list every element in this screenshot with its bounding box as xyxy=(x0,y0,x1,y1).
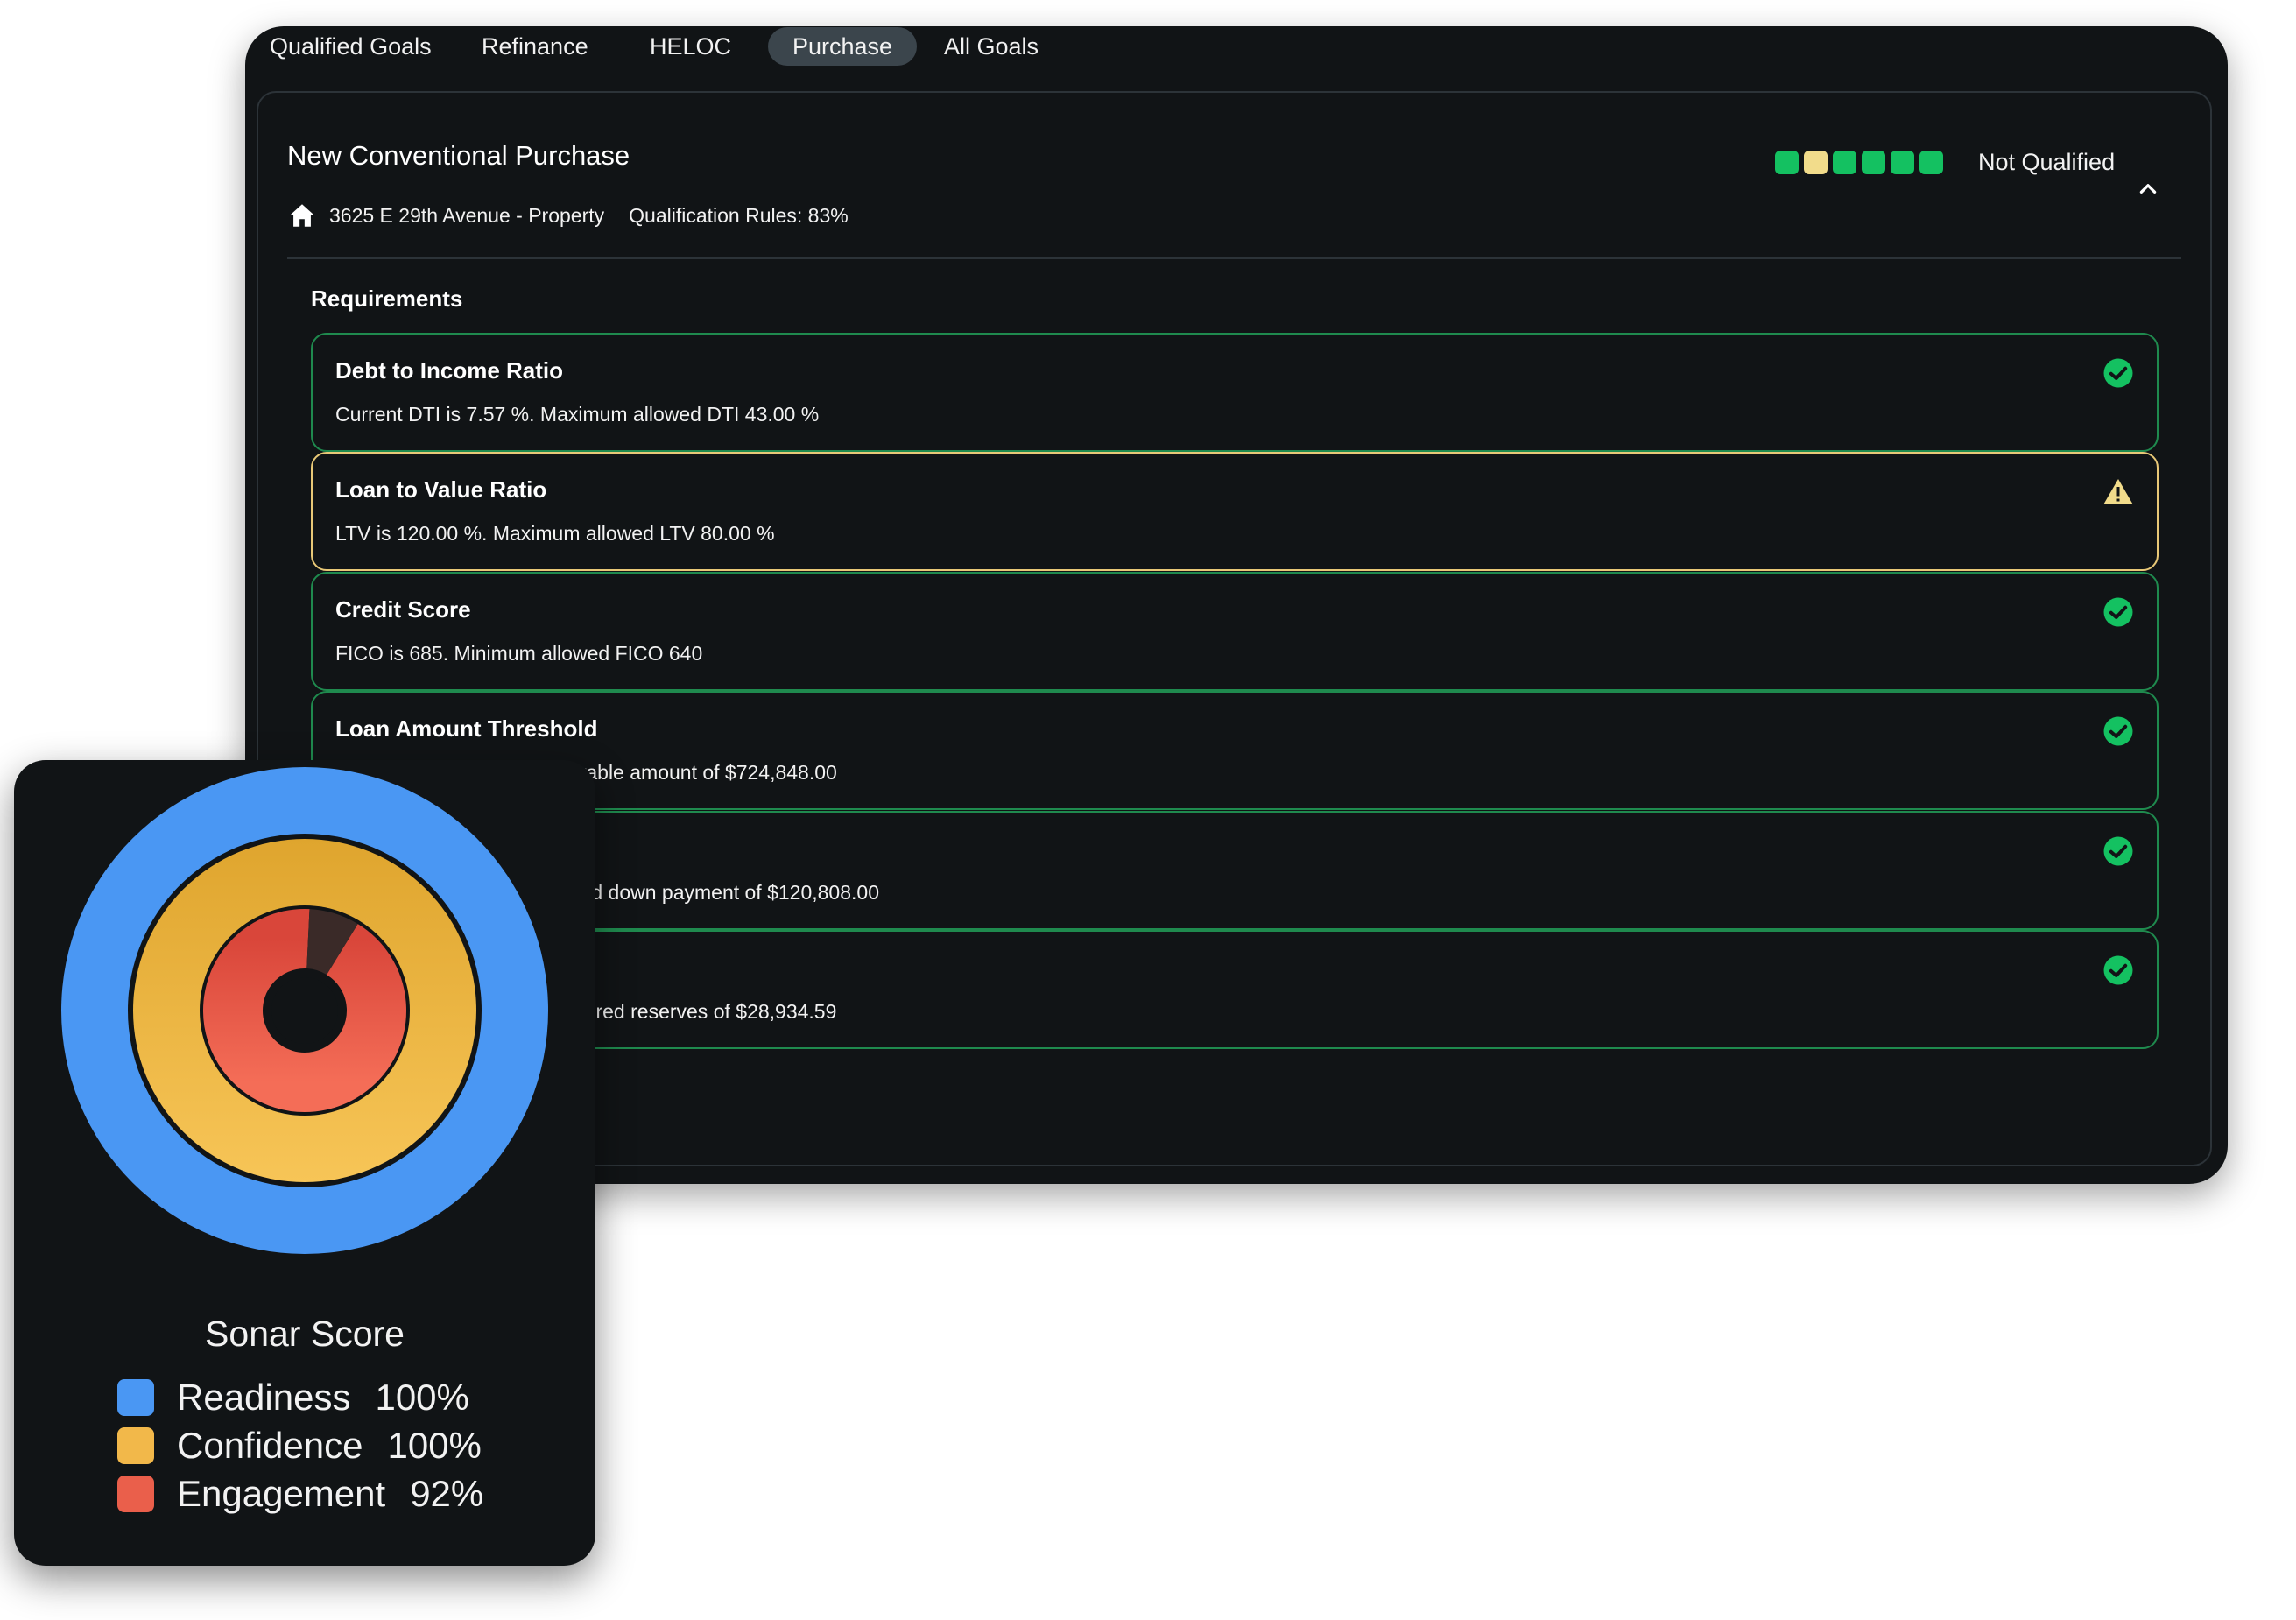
chevron-up-icon[interactable] xyxy=(2137,177,2159,200)
legend-value: 92% xyxy=(410,1472,484,1514)
requirement-description: FICO is 685. Minimum allowed FICO 640 xyxy=(335,642,703,665)
sonar-legend: Readiness 100% Confidence 100% Engagemen… xyxy=(117,1373,483,1518)
divider xyxy=(287,257,2181,259)
home-icon xyxy=(289,204,315,227)
check-circle-icon xyxy=(2103,955,2133,985)
requirement-description: LTV is 120.00 %. Maximum allowed LTV 80.… xyxy=(335,522,775,545)
legend-label: Engagement xyxy=(177,1472,386,1514)
goal-title: New Conventional Purchase xyxy=(287,140,630,171)
status-dot xyxy=(1833,151,1856,174)
requirement-title: Debt to Income Ratio xyxy=(335,357,564,384)
tab-qualified-goals[interactable]: Qualified Goals xyxy=(245,27,456,66)
requirements-heading: Requirements xyxy=(311,285,463,312)
tab-purchase[interactable]: Purchase xyxy=(768,27,918,66)
engagement-remainder xyxy=(305,909,358,976)
engagement-swatch xyxy=(117,1475,154,1512)
sonar-chart xyxy=(61,767,548,1254)
legend-engagement: Engagement 92% xyxy=(117,1469,483,1518)
requirement-title: Credit Score xyxy=(335,596,471,623)
status-dot xyxy=(1862,151,1885,174)
goal-meta: 3625 E 29th Avenue - Property Qualificat… xyxy=(287,200,849,231)
check-circle-icon xyxy=(2103,716,2133,746)
warning-icon xyxy=(2103,479,2133,504)
requirement-title: Loan to Value Ratio xyxy=(335,476,547,503)
legend-label: Confidence xyxy=(177,1424,363,1466)
requirement-card[interactable]: Loan to Value Ratio LTV is 120.00 %. Maxi… xyxy=(311,452,2159,571)
legend-readiness: Readiness 100% xyxy=(117,1373,483,1421)
confidence-swatch xyxy=(117,1426,154,1464)
sonar-title: Sonar Score xyxy=(205,1314,405,1354)
tab-heloc[interactable]: HELOC xyxy=(625,27,756,66)
status-label: Not Qualified xyxy=(1978,149,2116,175)
qualification-rules: Qualification Rules: 83% xyxy=(629,203,849,227)
status-dot xyxy=(1891,151,1914,174)
requirement-card[interactable]: Credit Score FICO is 685. Minimum allowed… xyxy=(311,572,2159,691)
status-dot xyxy=(1775,151,1799,174)
qualification-indicator xyxy=(1775,151,1943,174)
requirement-title: Loan Amount Threshold xyxy=(335,715,598,742)
check-circle-icon xyxy=(2103,358,2133,388)
legend-confidence: Confidence 100% xyxy=(117,1421,483,1469)
tab-refinance[interactable]: Refinance xyxy=(457,27,613,66)
requirement-card[interactable]: Debt to Income Ratio Current DTI is 7.57 … xyxy=(311,333,2159,452)
legend-label: Readiness xyxy=(177,1376,351,1418)
sonar-score-card: Sonar Score Readiness 100% Confidence 10… xyxy=(14,760,595,1566)
readiness-swatch xyxy=(117,1378,154,1416)
property-label: 3625 E 29th Avenue - Property xyxy=(329,203,605,227)
status-dot xyxy=(1919,151,1943,174)
legend-value: 100% xyxy=(387,1424,482,1466)
tab-all-goals[interactable]: All Goals xyxy=(919,27,1063,66)
check-circle-icon xyxy=(2103,597,2133,627)
check-circle-icon xyxy=(2103,836,2133,866)
requirement-description: Current DTI is 7.57 %. Maximum allowed D… xyxy=(335,403,820,426)
legend-value: 100% xyxy=(375,1376,469,1418)
status-dot xyxy=(1804,151,1828,174)
